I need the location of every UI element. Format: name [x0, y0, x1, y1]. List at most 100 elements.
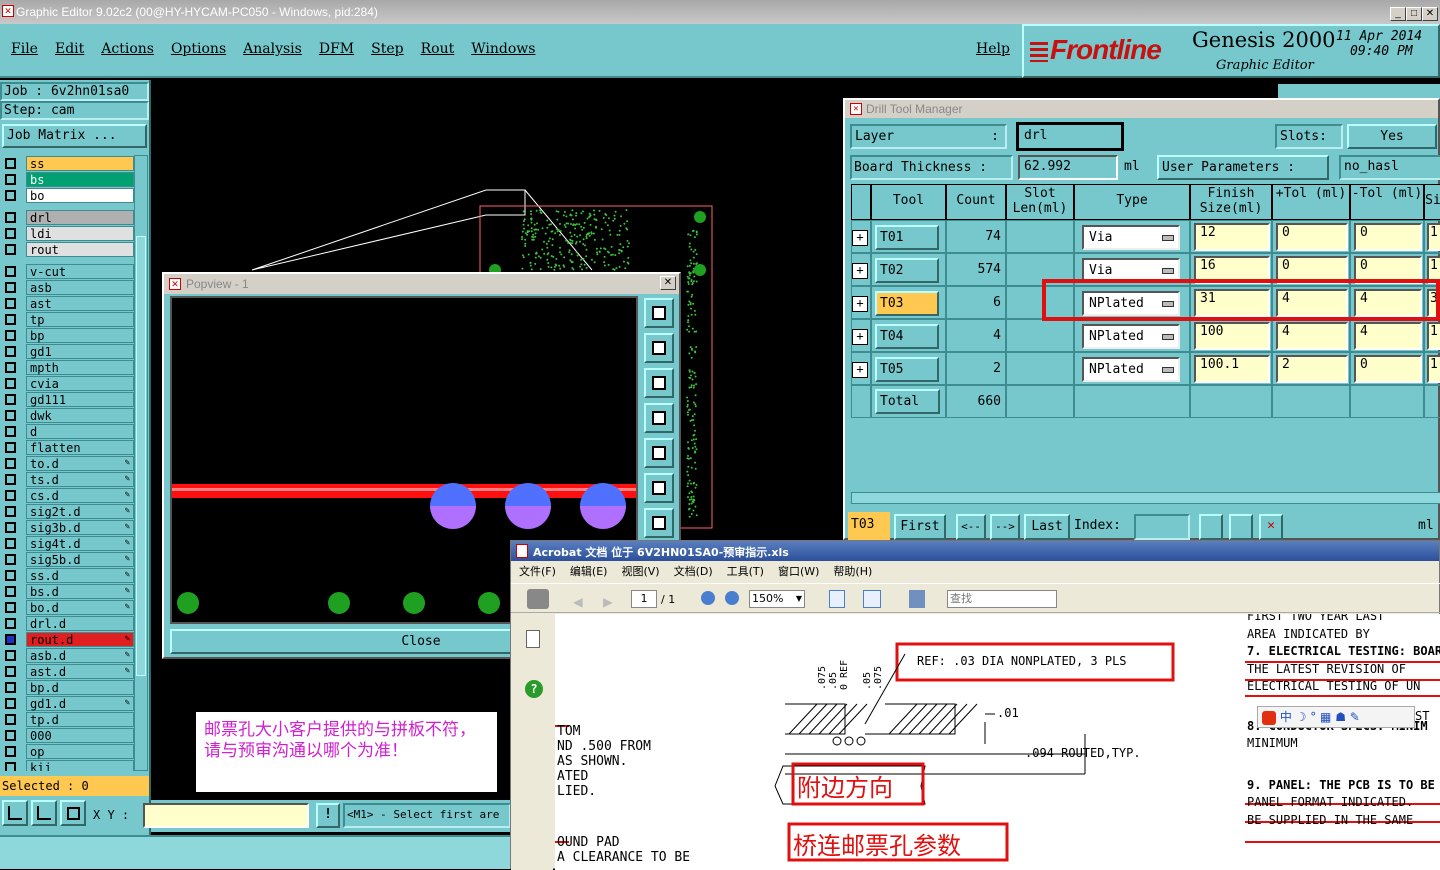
- layer-row[interactable]: bo: [0, 187, 134, 203]
- layer-checkbox[interactable]: [5, 313, 16, 325]
- expand-icon[interactable]: +: [852, 329, 868, 345]
- close-button[interactable]: ✕: [1422, 7, 1438, 21]
- layer-checkbox[interactable]: [5, 281, 16, 293]
- layer-row[interactable]: tp.d: [0, 711, 134, 727]
- alert-icon[interactable]: !: [316, 803, 340, 828]
- nav-last-button[interactable]: Last: [1024, 514, 1070, 540]
- maximize-button[interactable]: □: [1406, 7, 1422, 21]
- layer-row[interactable]: sig3b.d ✎: [0, 519, 134, 535]
- layer-row[interactable]: ts.d ✎: [0, 471, 134, 487]
- tool-icon-1[interactable]: [2, 800, 28, 826]
- layer-row[interactable]: bs.d ✎: [0, 583, 134, 599]
- zoom-out-icon[interactable]: [701, 591, 715, 605]
- type-select[interactable]: NPlated: [1082, 324, 1180, 349]
- dtm-hscroll[interactable]: [851, 492, 1440, 504]
- pv-expand-icon[interactable]: [644, 508, 674, 538]
- layer-checkbox[interactable]: [5, 601, 16, 613]
- help-icon[interactable]: ?: [525, 680, 543, 698]
- user-parameters-button[interactable]: User Parameters :: [1157, 155, 1329, 180]
- tool-icon-2[interactable]: [31, 800, 57, 826]
- layer-checkbox[interactable]: [5, 297, 16, 309]
- expand-icon[interactable]: +: [852, 263, 868, 279]
- acrobat-menu-item[interactable]: 文档(D): [674, 563, 713, 579]
- layer-row[interactable]: bp: [0, 327, 134, 343]
- menu-rout[interactable]: Rout: [421, 41, 455, 57]
- layer-checkbox[interactable]: [5, 761, 16, 771]
- layer-row[interactable]: asb: [0, 279, 134, 295]
- expand-icon[interactable]: +: [852, 230, 868, 246]
- next-page-icon[interactable]: ▶: [603, 592, 613, 611]
- minimize-button[interactable]: _: [1390, 7, 1406, 21]
- layer-row[interactable]: ast.d ✎: [0, 663, 134, 679]
- delete-icon[interactable]: ✕: [1259, 514, 1283, 540]
- layer-checkbox[interactable]: [5, 211, 16, 223]
- finish-size-input[interactable]: 12: [1194, 223, 1270, 251]
- expand-icon[interactable]: +: [852, 296, 868, 312]
- acrobat-menu-item[interactable]: 视图(V): [621, 563, 659, 579]
- acrobat-menu-item[interactable]: 窗口(W): [778, 563, 819, 579]
- layer-row[interactable]: rout: [0, 241, 134, 257]
- finish-size-input[interactable]: 100: [1194, 322, 1270, 350]
- ime-toolbar[interactable]: 中 ☽ ° ▦ ☗ ✎: [1257, 706, 1415, 728]
- tool-row[interactable]: + T04 4 NPlated 100 4 4 1: [851, 319, 1440, 352]
- acrobat-menu-item[interactable]: 帮助(H): [833, 563, 872, 579]
- layer-checkbox[interactable]: [5, 361, 16, 373]
- layer-checkbox[interactable]: [5, 173, 16, 185]
- acrobat-menu-item[interactable]: 编辑(E): [570, 563, 608, 579]
- layer-row[interactable]: ss: [0, 155, 134, 171]
- layer-row[interactable]: gd111: [0, 391, 134, 407]
- layer-row[interactable]: bp.d: [0, 679, 134, 695]
- layer-checkbox[interactable]: [5, 489, 16, 501]
- tool-button[interactable]: T04: [875, 324, 939, 349]
- menu-dfm[interactable]: DFM: [319, 41, 354, 57]
- layer-checkbox[interactable]: [5, 569, 16, 581]
- layer-checkbox[interactable]: [5, 409, 16, 421]
- layer-row[interactable]: gd1.d ✎: [0, 695, 134, 711]
- pv-right-icon[interactable]: [644, 438, 674, 468]
- prev-page-icon[interactable]: ◀: [573, 592, 583, 611]
- expand-icon[interactable]: +: [852, 362, 868, 378]
- layer-checkbox[interactable]: [5, 697, 16, 709]
- print-icon[interactable]: [527, 589, 549, 609]
- layer-row[interactable]: drl: [0, 209, 134, 225]
- layer-checkbox[interactable]: [5, 585, 16, 597]
- layer-checkbox[interactable]: [5, 537, 16, 549]
- layer-checkbox[interactable]: [5, 473, 16, 485]
- plus-tol-input[interactable]: 0: [1276, 223, 1348, 251]
- layer-row[interactable]: sig2t.d ✎: [0, 503, 134, 519]
- type-select[interactable]: NPlated: [1082, 357, 1180, 382]
- nav-prev-button[interactable]: <--: [956, 514, 986, 540]
- tool-button[interactable]: T02: [875, 258, 939, 283]
- search-input[interactable]: 查找: [947, 590, 1057, 608]
- layer-checkbox[interactable]: [5, 649, 16, 661]
- user-parameters-value[interactable]: no_hasl: [1339, 155, 1440, 180]
- layer-checkbox[interactable]: [5, 745, 16, 757]
- layer-row[interactable]: asb.d ✎: [0, 647, 134, 663]
- pv-up-icon[interactable]: [644, 333, 674, 363]
- layer-checkbox[interactable]: [5, 713, 16, 725]
- layer-row[interactable]: drl.d: [0, 615, 134, 631]
- pv-zoom-icon[interactable]: [644, 298, 674, 328]
- layer-checkbox[interactable]: [5, 665, 16, 677]
- layer-checkbox[interactable]: [5, 553, 16, 565]
- xy-input[interactable]: [143, 803, 309, 828]
- layer-row[interactable]: dwk: [0, 407, 134, 423]
- lock-icon[interactable]: [1199, 514, 1223, 540]
- layer-checkbox[interactable]: [5, 521, 16, 533]
- layer-row[interactable]: cs.d ✎: [0, 487, 134, 503]
- layer-checkbox[interactable]: [5, 243, 16, 255]
- slots-toggle[interactable]: Yes: [1347, 124, 1437, 149]
- menu-file[interactable]: File: [11, 41, 38, 57]
- menu-step[interactable]: Step: [371, 41, 403, 57]
- acrobat-menu-item[interactable]: 工具(T): [727, 563, 764, 579]
- extra-input[interactable]: 1: [1427, 322, 1440, 350]
- layer-checkbox[interactable]: [5, 441, 16, 453]
- menu-windows[interactable]: Windows: [471, 41, 535, 57]
- layer-row[interactable]: rout.d ✎: [0, 631, 134, 647]
- extra-input[interactable]: 1: [1427, 223, 1440, 251]
- edit-icon[interactable]: [1229, 514, 1253, 540]
- layer-row[interactable]: ast: [0, 295, 134, 311]
- layer-row[interactable]: gd1: [0, 343, 134, 359]
- page-input[interactable]: 1: [631, 590, 657, 608]
- minus-tol-input[interactable]: 0: [1354, 355, 1422, 383]
